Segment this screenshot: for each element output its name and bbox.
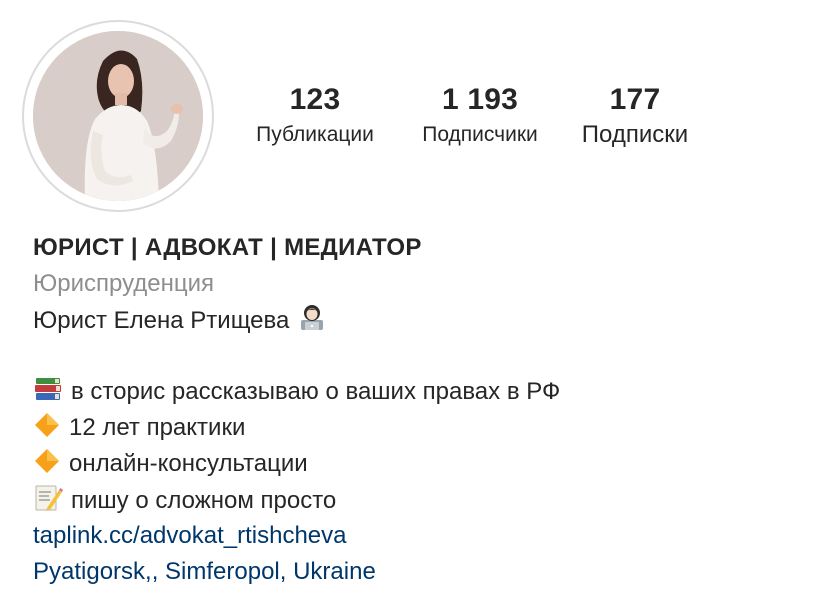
bio-line-experience-text: 12 лет практики xyxy=(69,414,246,441)
profile-bio: ЮРИСТ | АДВОКАТ | МЕДИАТОР Юриспруденция… xyxy=(33,230,813,590)
bio-line-intro: Юрист Елена Ртищева xyxy=(33,302,813,338)
following-stat[interactable]: 177 Подписки xyxy=(565,82,705,148)
bio-line-stories: в сторис рассказываю о ваших правах в РФ xyxy=(33,374,813,410)
profile-category[interactable]: Юриспруденция xyxy=(33,266,813,302)
profile-photo-icon xyxy=(33,31,203,201)
bio-line-consult-text: онлайн-консультации xyxy=(69,450,308,477)
followers-label: Подписчики xyxy=(422,123,538,146)
bio-line-intro-text: Юрист Елена Ртищева xyxy=(33,307,290,334)
orange-diamond-icon xyxy=(33,447,61,475)
following-count: 177 xyxy=(609,83,661,116)
bio-blank-line xyxy=(33,338,813,374)
bio-line-writing-text: пишу о сложном просто xyxy=(71,487,337,514)
bio-line-writing: пишу о сложном просто xyxy=(33,482,813,518)
profile-name: ЮРИСТ | АДВОКАТ | МЕДИАТОР xyxy=(33,234,422,261)
website-link[interactable]: taplink.cc/advokat_rtishcheva xyxy=(33,518,813,554)
location-link[interactable]: Pyatigorsk,, Simferopol, Ukraine xyxy=(33,554,813,590)
bio-line-consult: онлайн-консультации xyxy=(33,446,813,482)
profile-stats: 123 Публикации 1 193 Подписчики 177 Подп… xyxy=(230,82,730,162)
posts-count: 123 xyxy=(289,83,341,116)
posts-stat[interactable]: 123 Публикации xyxy=(240,82,390,148)
followers-count: 1 193 xyxy=(441,83,519,116)
woman-technologist-icon xyxy=(297,302,327,332)
memo-icon xyxy=(33,482,63,512)
posts-label: Публикации xyxy=(256,123,374,146)
orange-diamond-icon xyxy=(33,411,61,439)
avatar[interactable] xyxy=(33,31,203,201)
bio-line-experience: 12 лет практики xyxy=(33,410,813,446)
following-label: Подписки xyxy=(581,121,689,148)
books-icon xyxy=(33,375,63,403)
bio-line-stories-text: в сторис рассказываю о ваших правах в РФ xyxy=(71,378,561,405)
followers-stat[interactable]: 1 193 Подписчики xyxy=(405,82,555,148)
